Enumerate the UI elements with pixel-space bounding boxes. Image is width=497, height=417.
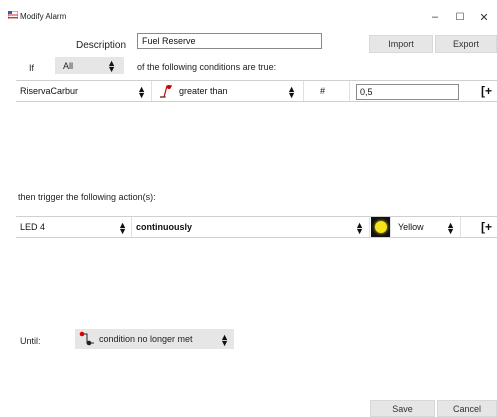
cancel-button[interactable]: Cancel xyxy=(437,400,497,417)
select-arrows-icon: ▲ ▼ xyxy=(137,84,146,100)
greater-than-graph-icon xyxy=(158,84,174,98)
select-arrows-icon: ▲ ▼ xyxy=(118,220,127,236)
select-arrows-icon: ▲ ▼ xyxy=(287,84,296,100)
save-button[interactable]: Save xyxy=(370,400,435,417)
add-row-icon: [+ xyxy=(480,220,492,234)
channel-value: RiservaCarbur xyxy=(20,86,79,96)
color-select[interactable]: Yellow ▲ ▼ xyxy=(391,217,461,237)
export-button[interactable]: Export xyxy=(435,35,497,53)
minimize-button[interactable]: – xyxy=(422,6,448,28)
match-select[interactable]: All ▲ ▼ xyxy=(55,57,124,74)
condition-until-icon xyxy=(79,331,95,347)
match-select-value: All xyxy=(63,60,74,71)
value-input[interactable]: 0,5 xyxy=(356,84,459,100)
color-swatch xyxy=(371,217,391,237)
operator-value: greater than xyxy=(179,86,228,96)
output-select[interactable]: LED 4 ▲ ▼ xyxy=(16,217,132,237)
condition-row: RiservaCarbur ▲ ▼ greater than ▲ ▼ # 0,5 [… xyxy=(16,80,497,102)
select-arrows-icon: ▲ ▼ xyxy=(446,220,455,236)
value-type: # xyxy=(304,81,350,101)
add-action-button[interactable]: [+ xyxy=(476,217,497,237)
conditions-text: of the following conditions are true: xyxy=(137,62,277,72)
import-button[interactable]: Import xyxy=(369,35,433,53)
until-value: condition no longer met xyxy=(99,334,193,344)
select-arrows-icon: ▲ ▼ xyxy=(107,58,116,74)
mode-value: continuously xyxy=(136,222,192,232)
select-arrows-icon: ▲ ▼ xyxy=(355,220,364,236)
window-title: Modify Alarm xyxy=(20,12,67,21)
maximize-button[interactable]: ☐ xyxy=(447,6,473,28)
led-color-icon xyxy=(374,221,387,233)
action-row: LED 4 ▲ ▼ continuously ▲ ▼ Yellow ▲ ▼ [+ xyxy=(16,216,497,238)
description-input[interactable]: Fuel Reserve xyxy=(137,33,322,49)
color-value: Yellow xyxy=(398,222,424,232)
description-label: Description xyxy=(76,40,127,51)
close-button[interactable]: ✕ xyxy=(471,6,497,28)
operator-select[interactable]: greater than ▲ ▼ xyxy=(152,81,304,101)
add-condition-button[interactable]: [+ xyxy=(476,81,497,101)
if-label: If xyxy=(29,63,35,73)
add-row-icon: [+ xyxy=(480,84,492,98)
channel-select[interactable]: RiservaCarbur ▲ ▼ xyxy=(16,81,152,101)
output-value: LED 4 xyxy=(20,222,46,232)
until-select[interactable]: condition no longer met ▲ ▼ xyxy=(75,329,234,349)
alarm-flag-icon xyxy=(7,10,19,20)
select-arrows-icon: ▲ ▼ xyxy=(220,332,229,348)
mode-select[interactable]: continuously ▲ ▼ xyxy=(132,217,370,237)
actions-heading: then trigger the following action(s): xyxy=(18,192,156,202)
until-label: Until: xyxy=(20,336,41,346)
